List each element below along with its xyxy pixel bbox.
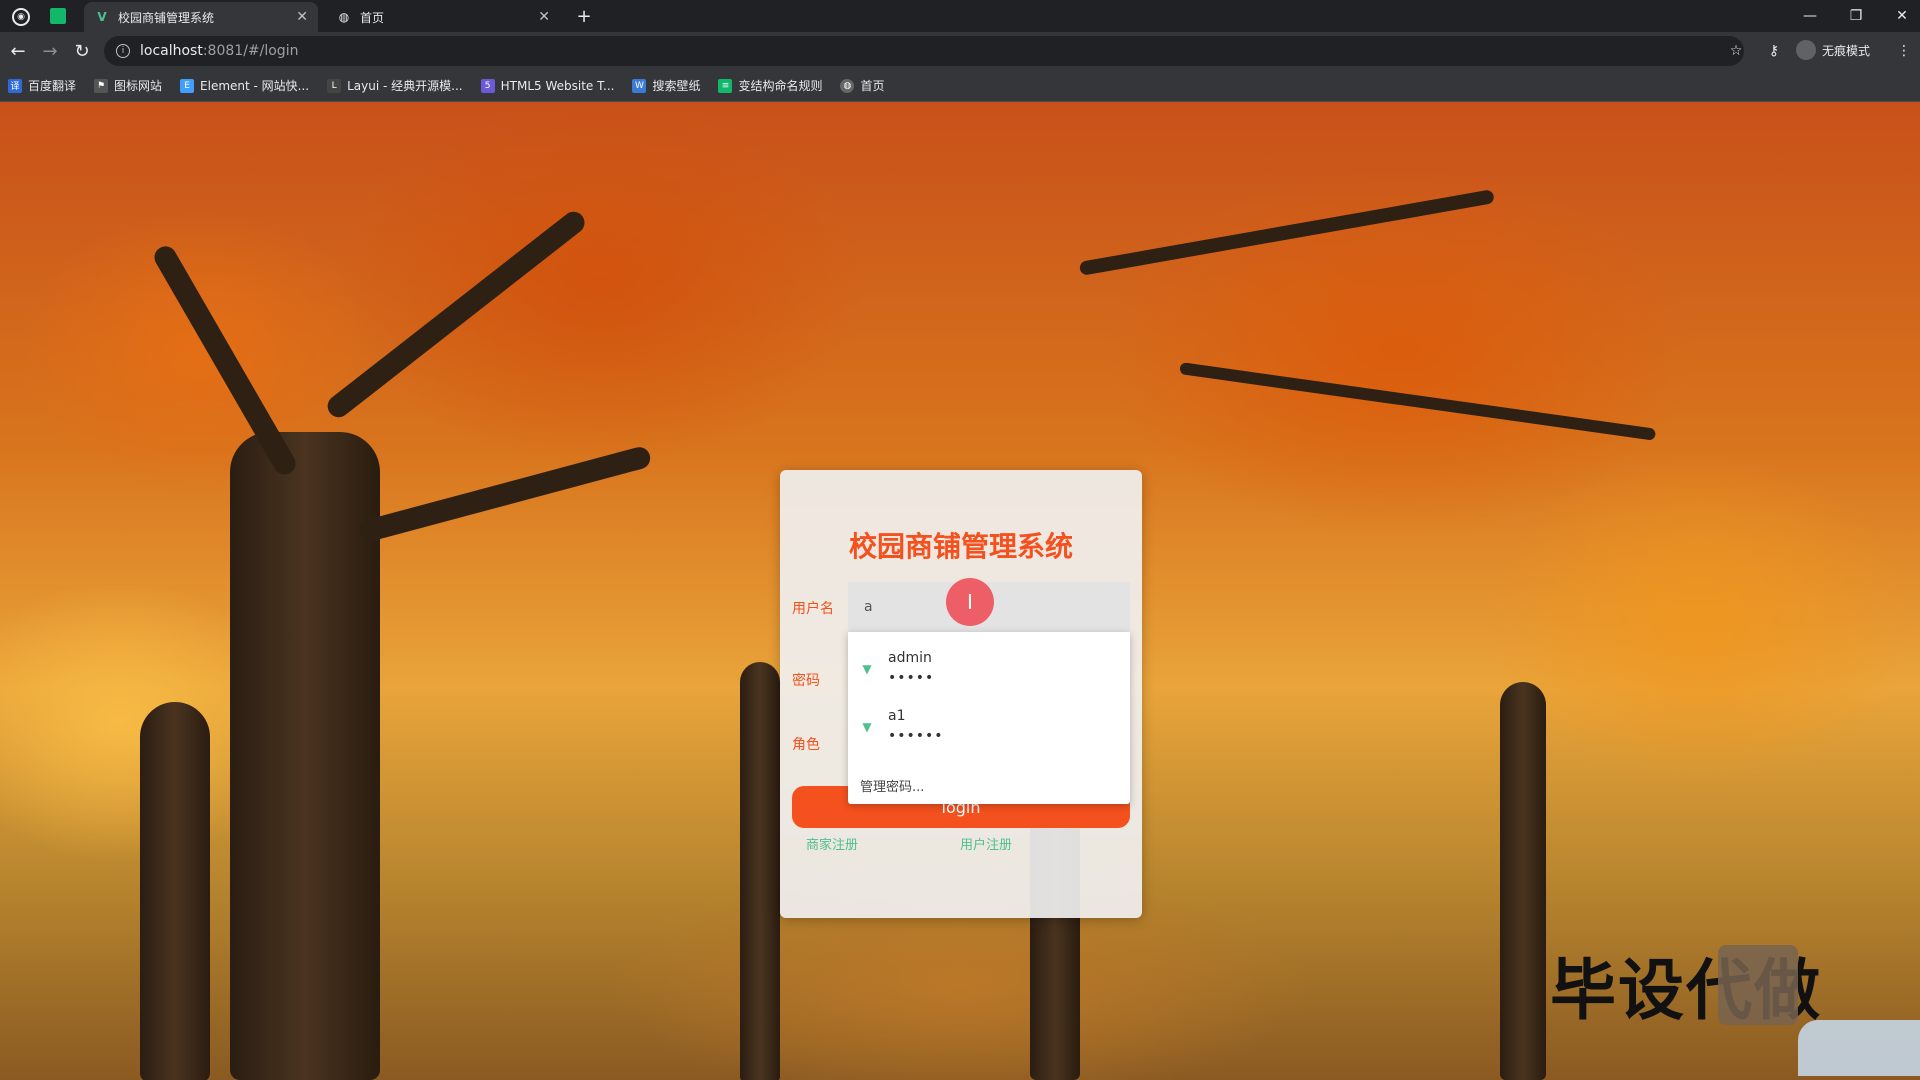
password-key-icon[interactable]: ⚷ xyxy=(1764,41,1784,61)
restore-icon[interactable]: ❐ xyxy=(1846,6,1866,26)
autofill-dropdown: ▼ admin ••••• ▼ a1 •••••• 管理密码... xyxy=(848,632,1130,804)
user-register-link[interactable]: 用户注册 xyxy=(960,834,1012,853)
bookmark-label: 图标网站 xyxy=(114,79,163,93)
bookmark-wallpaper[interactable]: W 搜索壁纸 xyxy=(632,77,700,94)
close-window-icon[interactable]: ✕ xyxy=(1892,6,1912,26)
new-tab-button[interactable]: + xyxy=(574,6,594,27)
tree-branch-decor xyxy=(357,444,653,544)
tab-strip: ◉ V 校园商铺管理系统 ✕ ◍ 首页 ✕ + — ❐ ✕ xyxy=(0,0,1920,32)
vue-logo-icon: ▼ xyxy=(862,720,872,734)
reload-icon[interactable]: ↻ xyxy=(72,41,92,62)
watermark-blur-patch xyxy=(1718,945,1798,1025)
merchant-register-link[interactable]: 商家注册 xyxy=(806,834,858,853)
bookmark-element[interactable]: E Element - 网站快... xyxy=(180,77,309,94)
tree-trunk-decor xyxy=(740,662,780,1080)
url-host: localhost xyxy=(140,43,203,59)
bookmark-layui[interactable]: L Layui - 经典开源模... xyxy=(327,77,463,94)
bookmark-icon-site[interactable]: ⚑ 图标网站 xyxy=(94,77,162,94)
tab-campus-shop[interactable]: V 校园商铺管理系统 ✕ xyxy=(84,2,318,32)
autofill-username: admin xyxy=(888,650,932,666)
forward-icon[interactable]: → xyxy=(40,41,60,62)
vue-logo-icon: ▼ xyxy=(862,662,872,676)
autofill-item[interactable]: ▼ admin ••••• xyxy=(848,640,1130,696)
tree-branch-decor xyxy=(1179,362,1657,441)
globe-icon: ◍ xyxy=(840,78,855,93)
username-label: 用户名 xyxy=(792,601,834,617)
tree-trunk-decor xyxy=(1500,682,1546,1080)
tab-home[interactable]: ◍ 首页 ✕ xyxy=(326,2,560,32)
bookmark-baidu-translate[interactable]: 译百度翻译 xyxy=(8,77,76,94)
flag-icon: ⚑ xyxy=(94,78,109,93)
autofill-password: •••••• xyxy=(888,728,944,744)
tab-search-icon[interactable] xyxy=(50,8,66,24)
tree-trunk-decor xyxy=(140,702,210,1080)
bookmark-home[interactable]: ◍ 首页 xyxy=(840,77,885,94)
url-bar[interactable]: i localhost :8081/#/login xyxy=(104,36,1744,66)
page-background: 校园商铺管理系统 用户名 I 密码 角色 login 商家注册 用户注册 ▼ a… xyxy=(0,102,1920,1080)
element-logo-icon: E xyxy=(180,78,195,93)
sheet-icon: ≡ xyxy=(718,78,733,93)
more-menu-icon[interactable]: ⋮ xyxy=(1896,41,1912,61)
bookmark-label: 百度翻译 xyxy=(28,79,77,93)
bookmark-label: HTML5 Website T... xyxy=(500,78,615,93)
bookmark-html5[interactable]: 5 HTML5 Website T... xyxy=(480,78,615,93)
tab-close-icon[interactable]: ✕ xyxy=(538,9,550,25)
incognito-icon xyxy=(1796,40,1816,60)
bookmark-star-icon[interactable]: ☆ xyxy=(1726,41,1746,61)
autofill-username: a1 xyxy=(888,708,906,724)
globe-icon: ◍ xyxy=(338,10,350,24)
bookmark-naming-rules[interactable]: ≡ 变结构命名规则 xyxy=(718,77,822,94)
bookmark-label: Element - 网站快... xyxy=(200,79,310,93)
html5-icon: 5 xyxy=(480,78,495,93)
autofill-password: ••••• xyxy=(888,670,935,686)
bookmark-label: 搜索壁纸 xyxy=(652,79,701,93)
url-path: :8081/#/login xyxy=(202,43,299,59)
tree-branch-decor xyxy=(323,207,589,422)
role-label: 角色 xyxy=(792,737,820,753)
incognito-indicator[interactable]: 无痕模式 xyxy=(1796,40,1870,60)
password-label: 密码 xyxy=(792,673,820,689)
mouse-cursor-icon: I xyxy=(946,578,994,626)
bookmark-label: Layui - 经典开源模... xyxy=(347,79,463,93)
tab-title: 校园商铺管理系统 xyxy=(118,10,215,25)
site-info-icon[interactable]: i xyxy=(116,44,130,58)
chrome-menu-icon[interactable]: ◉ xyxy=(12,8,30,26)
tree-branch-decor xyxy=(150,242,300,479)
minimize-icon[interactable]: — xyxy=(1800,6,1820,26)
bookmark-label: 变结构命名规则 xyxy=(738,79,823,93)
vue-logo-icon: V xyxy=(97,10,107,24)
wallpaper-icon: W xyxy=(632,78,647,93)
translate-icon: 译 xyxy=(8,78,22,93)
layui-logo-icon: L xyxy=(327,78,342,93)
floating-corner-widget[interactable] xyxy=(1798,1020,1920,1076)
back-icon[interactable]: ← xyxy=(8,41,28,62)
incognito-label: 无痕模式 xyxy=(1822,43,1871,58)
tab-close-icon[interactable]: ✕ xyxy=(296,9,308,25)
address-bar-row: ← → ↻ i localhost :8081/#/login ☆ ⚷ 无痕模式… xyxy=(0,32,1920,70)
login-card: 校园商铺管理系统 用户名 I 密码 角色 login 商家注册 用户注册 ▼ a… xyxy=(780,470,1142,918)
tree-trunk-decor xyxy=(230,432,380,1080)
bookmarks-bar: 译百度翻译 ⚑ 图标网站 E Element - 网站快... L Layui - 经… xyxy=(0,70,1920,102)
tab-title: 首页 xyxy=(360,10,385,25)
manage-passwords-link[interactable]: 管理密码... xyxy=(860,776,924,795)
bookmark-label: 首页 xyxy=(860,79,885,93)
login-title: 校园商铺管理系统 xyxy=(848,530,1073,563)
autofill-item[interactable]: ▼ a1 •••••• xyxy=(848,698,1130,754)
tree-branch-decor xyxy=(1078,189,1495,276)
